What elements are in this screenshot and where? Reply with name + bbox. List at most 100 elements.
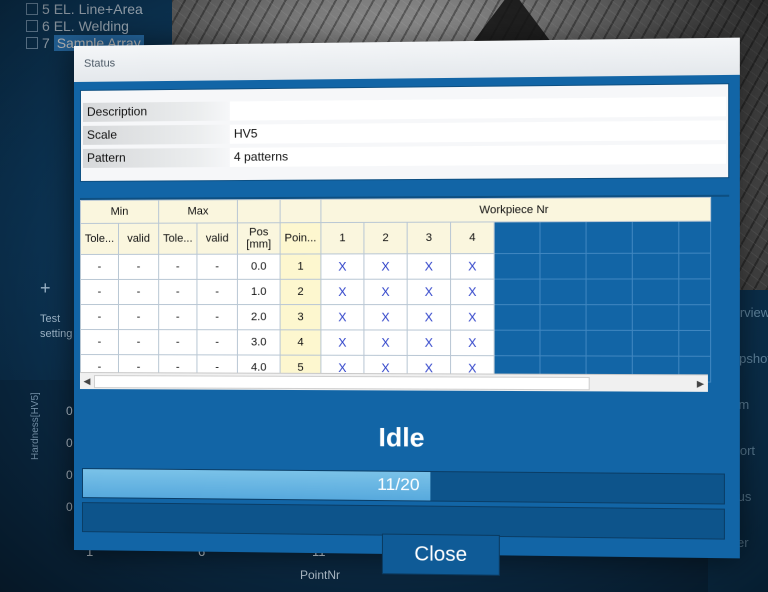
- cell-max-tolerance[interactable]: -: [158, 254, 197, 280]
- cell-workpiece-result[interactable]: X: [320, 253, 364, 280]
- table-row[interactable]: - - - -1.0 2 X X X X: [80, 278, 711, 305]
- cell-max-tolerance[interactable]: -: [158, 304, 197, 330]
- cell-point[interactable]: 1: [280, 253, 321, 280]
- chart-y-tick: 0: [66, 468, 73, 482]
- status-state: Idle: [378, 421, 425, 453]
- header-blank: [280, 199, 321, 223]
- cell-workpiece-result[interactable]: X: [407, 253, 451, 280]
- results-grid[interactable]: Min Max Workpiece Nr Tole... valid Tole.…: [79, 194, 730, 398]
- cell-workpiece-result[interactable]: X: [320, 304, 364, 330]
- cell-empty: [678, 304, 711, 331]
- cell-workpiece-result[interactable]: X: [320, 279, 364, 305]
- cell-min-valid[interactable]: -: [118, 304, 159, 330]
- min-group-header: Min: [80, 200, 159, 224]
- cell-empty: [494, 279, 540, 305]
- cell-pos[interactable]: 0.0: [237, 254, 281, 280]
- cell-workpiece-result[interactable]: X: [363, 304, 408, 331]
- tree-item-number: 7: [42, 34, 50, 51]
- cell-max-valid[interactable]: -: [196, 304, 238, 330]
- checkbox-icon[interactable]: [26, 19, 38, 32]
- cell-max-valid[interactable]: -: [196, 279, 238, 305]
- cell-workpiece-result[interactable]: X: [450, 279, 495, 305]
- scroll-right-icon[interactable]: ▶: [693, 375, 708, 392]
- checkbox-icon[interactable]: [26, 36, 38, 49]
- cell-point[interactable]: 2: [280, 279, 321, 305]
- chart-y-label: Hardness[HV5]: [30, 392, 41, 460]
- cell-pos[interactable]: 2.0: [237, 304, 281, 330]
- col-min-valid[interactable]: valid: [118, 223, 159, 255]
- checkbox-icon[interactable]: [26, 2, 38, 15]
- cell-empty: [494, 253, 540, 280]
- cell-pos[interactable]: 1.0: [237, 279, 281, 305]
- cell-workpiece-result[interactable]: X: [450, 330, 495, 356]
- pattern-row: Pattern 4 patterns: [82, 142, 727, 169]
- chart-y-tick: 0: [66, 500, 73, 514]
- cell-workpiece-result[interactable]: X: [363, 279, 408, 305]
- col-empty: [539, 221, 587, 254]
- table-row[interactable]: - - - -0.0 1 X X X X: [80, 253, 711, 280]
- col-workpiece-4[interactable]: 4: [450, 221, 495, 254]
- col-pos[interactable]: Pos [mm]: [237, 222, 281, 255]
- tree-item-label: EL. Welding: [53, 17, 129, 34]
- col-workpiece-3[interactable]: 3: [407, 222, 451, 254]
- col-empty: [586, 221, 633, 254]
- col-workpiece-2[interactable]: 2: [363, 222, 408, 254]
- cell-min-valid[interactable]: -: [118, 329, 159, 355]
- cell-min-tolerance[interactable]: -: [80, 329, 119, 355]
- horizontal-scrollbar[interactable]: ◀ ▶: [79, 372, 708, 392]
- scale-label: Scale: [82, 124, 230, 145]
- col-point[interactable]: Poin...: [280, 222, 321, 255]
- cell-workpiece-result[interactable]: X: [407, 330, 451, 356]
- cell-min-valid[interactable]: -: [118, 254, 159, 280]
- cell-empty: [494, 330, 540, 356]
- cell-min-tolerance[interactable]: -: [80, 279, 119, 305]
- dialog-body: Description Scale HV5 Pattern 4 patterns: [74, 74, 740, 576]
- cell-empty: [678, 330, 711, 357]
- close-button[interactable]: Close: [381, 533, 500, 576]
- table-row[interactable]: - - - -3.0 4 X X X X: [80, 329, 711, 357]
- col-max-valid[interactable]: valid: [196, 222, 238, 255]
- cell-point[interactable]: 4: [280, 329, 321, 356]
- cell-min-tolerance[interactable]: -: [80, 304, 119, 330]
- cell-max-tolerance[interactable]: -: [158, 279, 197, 305]
- description-label: Description: [82, 100, 230, 122]
- chart-y-tick: 0: [66, 404, 73, 418]
- cell-workpiece-result[interactable]: X: [363, 253, 408, 280]
- test-settings-button[interactable]: Test setting: [40, 312, 72, 342]
- cell-empty: [539, 330, 587, 356]
- scroll-left-icon[interactable]: ◀: [80, 373, 94, 389]
- cell-max-tolerance[interactable]: -: [158, 329, 197, 355]
- description-value: [229, 96, 727, 121]
- col-min-tolerance[interactable]: Tole...: [80, 223, 119, 255]
- pattern-value: 4 patterns: [229, 143, 727, 167]
- test-settings-line: Test: [40, 313, 61, 325]
- cell-workpiece-result[interactable]: X: [407, 279, 451, 305]
- cell-min-tolerance[interactable]: -: [80, 254, 119, 280]
- tree-item[interactable]: 5 EL. Line+Area: [26, 0, 176, 17]
- col-max-tolerance[interactable]: Tole...: [158, 223, 197, 255]
- cell-pos[interactable]: 3.0: [237, 329, 281, 356]
- cell-max-valid[interactable]: -: [196, 254, 238, 280]
- cell-workpiece-result[interactable]: X: [450, 304, 495, 331]
- cell-workpiece-result[interactable]: X: [450, 253, 495, 280]
- cell-empty: [678, 278, 711, 305]
- cell-point[interactable]: 3: [280, 304, 321, 330]
- tree-item[interactable]: 6 EL. Welding: [26, 17, 176, 34]
- progress-bar: 11/20: [81, 468, 725, 505]
- scrollbar-thumb[interactable]: [93, 375, 590, 391]
- cell-max-valid[interactable]: -: [196, 329, 238, 355]
- cell-empty: [539, 253, 587, 280]
- cell-workpiece-result[interactable]: X: [363, 329, 408, 356]
- table-row[interactable]: - - - -2.0 3 X X X X: [80, 304, 711, 331]
- workpiece-header: Workpiece Nr: [320, 197, 711, 223]
- cell-empty: [586, 253, 633, 280]
- cell-min-valid[interactable]: -: [118, 279, 159, 305]
- col-workpiece-1[interactable]: 1: [320, 222, 364, 254]
- cell-empty: [632, 304, 679, 331]
- add-button[interactable]: +: [40, 278, 51, 299]
- col-empty: [678, 221, 711, 254]
- cell-empty: [586, 330, 633, 357]
- cell-workpiece-result[interactable]: X: [320, 329, 364, 356]
- cell-workpiece-result[interactable]: X: [407, 304, 451, 331]
- cell-empty: [632, 278, 679, 305]
